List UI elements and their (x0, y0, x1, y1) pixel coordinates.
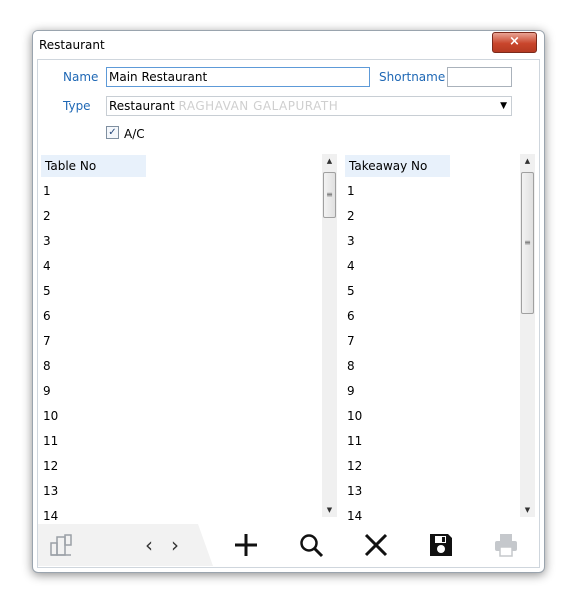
type-label: Type (63, 99, 91, 113)
list-item[interactable]: 11 (43, 434, 313, 459)
save-icon[interactable] (426, 530, 456, 560)
list-item[interactable]: 7 (43, 334, 313, 359)
list-item[interactable]: 4 (43, 259, 313, 284)
search-icon[interactable] (296, 530, 326, 560)
list-item[interactable]: 3 (43, 234, 313, 259)
list-item[interactable]: 1 (347, 184, 517, 209)
tables-icon[interactable] (46, 530, 76, 560)
list-item[interactable]: 10 (43, 409, 313, 434)
bottom-toolbar: ‹ › (38, 524, 539, 566)
list-item[interactable]: 8 (347, 359, 517, 384)
name-label: Name (63, 70, 99, 84)
name-input[interactable]: Main Restaurant (106, 67, 370, 87)
add-icon[interactable] (231, 530, 261, 560)
shortname-input[interactable] (447, 67, 512, 87)
scroll-up-icon[interactable]: ▲ (322, 154, 337, 168)
list-item[interactable]: 5 (43, 284, 313, 309)
watermark-text: RAGHAVAN GALAPURATH (178, 99, 339, 113)
shortname-label: Shortname (379, 70, 446, 84)
list-item[interactable]: 12 (43, 459, 313, 484)
scroll-down-icon[interactable]: ▼ (322, 503, 337, 517)
list-item[interactable]: 6 (43, 309, 313, 334)
next-button[interactable]: › (164, 530, 186, 560)
table-no-header: Table No (41, 155, 146, 177)
toolbar-background (38, 524, 213, 566)
list-item[interactable]: 6 (347, 309, 517, 334)
list-item[interactable]: 9 (347, 384, 517, 409)
list-item[interactable]: 9 (43, 384, 313, 409)
print-icon[interactable] (491, 530, 521, 560)
list-item[interactable]: 11 (347, 434, 517, 459)
list-item[interactable]: 8 (43, 359, 313, 384)
list-item[interactable]: 4 (347, 259, 517, 284)
list-item[interactable]: 7 (347, 334, 517, 359)
takeaway-list-scrollbar[interactable]: ▲ ≡ ▼ (520, 154, 535, 517)
scroll-thumb[interactable]: ≡ (521, 172, 534, 314)
list-item[interactable]: 10 (347, 409, 517, 434)
restaurant-window: Restaurant × Name Main Restaurant Shortn… (32, 30, 545, 573)
takeaway-no-header: Takeaway No (345, 155, 450, 177)
close-button[interactable]: × (492, 32, 537, 53)
prev-button[interactable]: ‹ (138, 530, 160, 560)
type-select-value: Restaurant (109, 99, 175, 113)
table-no-list[interactable]: 1 2 3 4 5 6 7 8 9 10 11 12 13 14 (43, 184, 313, 534)
scroll-down-icon[interactable]: ▼ (520, 503, 535, 517)
list-item[interactable]: 5 (347, 284, 517, 309)
type-select[interactable]: Restaurant RAGHAVAN GALAPURATH ▼ (106, 96, 512, 116)
window-title: Restaurant (39, 38, 105, 52)
ac-label: A/C (124, 127, 145, 141)
scroll-thumb[interactable]: ≡ (323, 172, 336, 218)
dropdown-arrow-icon[interactable]: ▼ (500, 99, 507, 113)
list-item[interactable]: 3 (347, 234, 517, 259)
list-item[interactable]: 1 (43, 184, 313, 209)
list-item[interactable]: 2 (43, 209, 313, 234)
takeaway-no-list[interactable]: 1 2 3 4 5 6 7 8 9 10 11 12 13 14 (347, 184, 517, 534)
table-list-scrollbar[interactable]: ▲ ≡ ▼ (322, 154, 337, 517)
list-item[interactable]: 13 (347, 484, 517, 509)
title-bar[interactable]: Restaurant × (33, 31, 544, 59)
delete-icon[interactable] (361, 530, 391, 560)
list-item[interactable]: 12 (347, 459, 517, 484)
scroll-up-icon[interactable]: ▲ (520, 154, 535, 168)
ac-checkbox[interactable]: ✓ (106, 126, 119, 139)
list-item[interactable]: 2 (347, 209, 517, 234)
list-item[interactable]: 13 (43, 484, 313, 509)
